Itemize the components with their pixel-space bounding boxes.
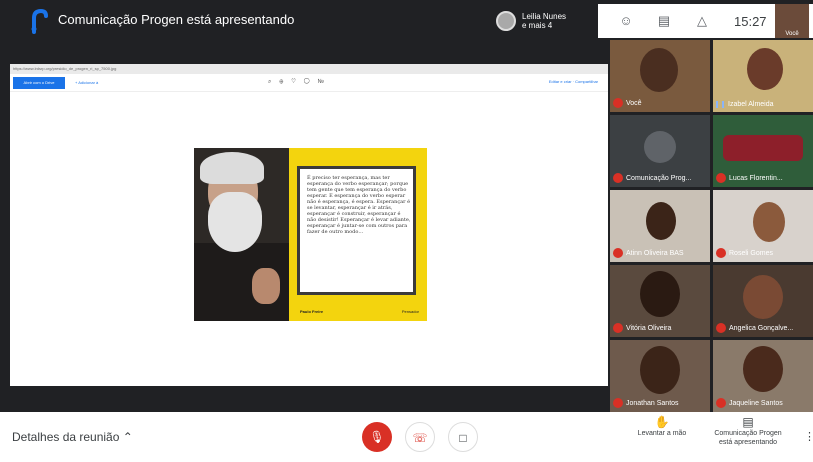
meeting-details-button[interactable]: Detalhes da reunião ⌃ (12, 430, 133, 444)
mic-off-icon (613, 398, 623, 408)
activities-icon[interactable]: △ (692, 11, 712, 31)
chevron-up-icon: ⌃ (122, 430, 133, 444)
mic-off-icon (613, 98, 623, 108)
participant-name: Você (626, 99, 642, 107)
mic-off-icon (613, 248, 623, 258)
clock: 15:27 (734, 13, 767, 29)
self-preview-label: Você (785, 31, 799, 37)
bottom-bar: Detalhes da reunião ⌃ 🎙 ☏ □ ✋ Levantar a… (0, 412, 813, 462)
quote-brand: Pensador (401, 309, 419, 314)
quote-text: É preciso ter esperança, mas ter esperan… (307, 175, 411, 235)
share-toolbar[interactable]: Editar e criar · Compartilhar (549, 79, 598, 84)
chat-icon[interactable]: ▤ (654, 11, 674, 31)
phone-hangup-icon: ☏ (412, 431, 428, 445)
participant-name: Atinn Oliveira BAS (626, 249, 684, 257)
presenting-title: Comunicação Progen está apresentando (58, 12, 295, 27)
participant-tile[interactable]: Comunicação Prog... (610, 115, 710, 187)
presentation-footer (10, 386, 608, 412)
mic-off-icon (716, 248, 726, 258)
participant-tile[interactable]: Vitória Oliveira (610, 265, 710, 337)
add-to-button[interactable]: + Adicionar à (75, 80, 98, 85)
shared-url: https://www.lrdsrp.org/presidio_de_proge… (10, 64, 608, 74)
participant-name: Vitória Oliveira (626, 324, 672, 332)
participant-tile[interactable]: Atinn Oliveira BAS (610, 190, 710, 262)
self-preview[interactable]: Você (775, 4, 809, 38)
open-with-button[interactable]: Abrir com o Drive (13, 76, 65, 89)
presenting-line1: Comunicação Progen (714, 430, 782, 437)
participant-grid: Você Izabel Almeida Comunicação Prog... … (610, 40, 813, 412)
more-options-icon[interactable]: ⋮ (804, 430, 813, 443)
participant-tile[interactable]: Izabel Almeida (713, 40, 813, 112)
progen-logo-icon (31, 8, 48, 34)
raise-hand-label: Levantar a mão (637, 430, 687, 437)
mic-off-icon: 🎙 (369, 430, 385, 444)
camera-icon: □ (459, 431, 467, 445)
zoom-tools-icon[interactable]: ⌕⊕♡◯№ (268, 79, 332, 86)
portrait-image (194, 148, 289, 321)
mic-off-icon (613, 323, 623, 333)
mic-off-button[interactable]: 🎙 (362, 422, 392, 452)
hang-up-button[interactable]: ☏ (405, 422, 435, 452)
participant-name: Lucas Florentin... (729, 174, 783, 182)
participant-tile[interactable]: Roseli Gomes (713, 190, 813, 262)
participant-name: Roseli Gomes (729, 249, 773, 257)
presenting-button[interactable]: ▤ Comunicação Progen está apresentando (704, 415, 792, 447)
avatar (496, 11, 516, 31)
slide: É preciso ter esperança, mas ter esperan… (194, 148, 427, 321)
participant-tile[interactable]: Jonathan Santos (610, 340, 710, 412)
participants-chip[interactable]: Leilia Nunes e mais 4 (496, 8, 566, 34)
presenting-line2: está apresentando (719, 439, 777, 446)
participant-name: Angelica Gonçalve... (729, 324, 794, 332)
quote-author: Paulo Freire (300, 309, 324, 314)
mic-off-icon (716, 323, 726, 333)
participant-name: Comunicação Prog... (626, 174, 692, 182)
chip-line2: e mais 4 (522, 21, 553, 30)
present-icon: ▤ (742, 415, 754, 429)
raise-hand-button[interactable]: ✋ Levantar a mão (630, 415, 694, 438)
quote-box: É preciso ter esperança, mas ter esperan… (297, 166, 416, 295)
mic-off-icon (613, 173, 623, 183)
hand-icon: ✋ (654, 415, 670, 429)
participant-tile[interactable]: Jaqueline Santos (713, 340, 813, 412)
meeting-details-label: Detalhes da reunião (12, 430, 120, 444)
mic-off-icon (716, 398, 726, 408)
participant-tile[interactable]: Você (610, 40, 710, 112)
participant-tile[interactable]: Angelica Gonçalve... (713, 265, 813, 337)
people-icon[interactable]: ☺ (616, 11, 636, 31)
chip-line1: Leilia Nunes (522, 12, 567, 21)
participant-name: Izabel Almeida (728, 101, 774, 108)
camera-button[interactable]: □ (448, 422, 478, 452)
participant-name: Jaqueline Santos (729, 399, 783, 407)
speaking-icon (716, 101, 724, 108)
mic-off-icon (716, 173, 726, 183)
presentation-area: https://www.lrdsrp.org/presidio_de_proge… (10, 64, 608, 386)
top-bar: Comunicação Progen está apresentando Lei… (0, 0, 813, 42)
participant-tile[interactable]: Lucas Florentin... (713, 115, 813, 187)
participant-name: Jonathan Santos (626, 399, 679, 407)
